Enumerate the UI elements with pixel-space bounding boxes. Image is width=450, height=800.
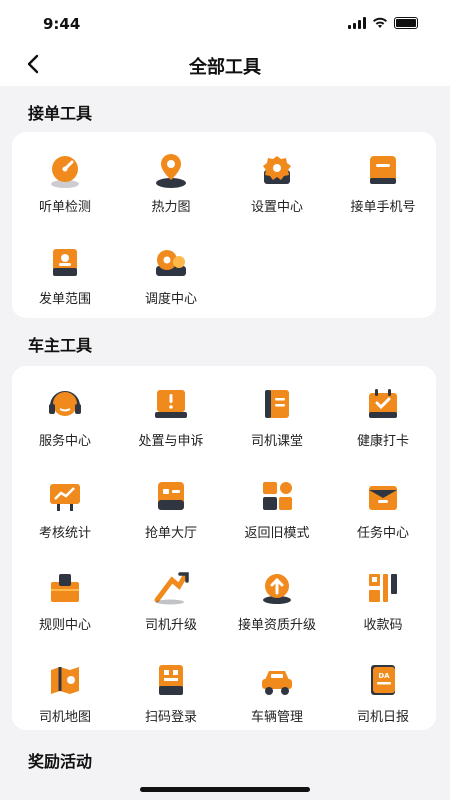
settings-icon (263, 156, 291, 184)
range-icon (53, 249, 77, 276)
badge-up-icon (263, 574, 291, 604)
chart-board-icon (50, 484, 80, 511)
tool-task[interactable]: 任务中心 (330, 476, 436, 568)
tool-book[interactable]: 司机课堂 (224, 384, 330, 476)
map-pin-icon (156, 154, 186, 188)
owner-tools-card: 服务中心 处置与申诉 司机课堂 健康打卡 考核统计 抢单大厅 返回旧模式 任务中心 规则中心 司机… (12, 366, 436, 730)
phone-icon (370, 156, 396, 184)
status-icons (348, 17, 418, 29)
headset-icon (49, 391, 81, 416)
section-title-rewards: 奖励活动 (28, 752, 93, 771)
tool-label: 司机课堂 (250, 434, 303, 449)
scan-login-icon (159, 665, 183, 695)
svg-text:DA: DA (378, 672, 390, 680)
tool-qr-code[interactable]: 收款码 (330, 568, 436, 660)
hall-icon (158, 482, 184, 510)
section-title-order: 接单工具 (28, 104, 93, 123)
tool-label: 接单资质升级 (237, 618, 316, 633)
tool-label: 听单检测 (38, 200, 91, 215)
tool-label: 考核统计 (38, 526, 91, 541)
status-time: 9:44 (43, 15, 81, 33)
tool-map[interactable]: 司机地图 (12, 660, 118, 752)
tool-shapes[interactable]: 返回旧模式 (224, 476, 330, 568)
book-icon (265, 390, 289, 418)
tool-upgrade-arrow[interactable]: 司机升级 (118, 568, 224, 660)
status-bar: 9:44 (0, 0, 450, 46)
rule-box-icon (51, 574, 79, 602)
tool-scan-login[interactable]: 扫码登录 (118, 660, 224, 752)
calendar-check-icon (369, 389, 397, 418)
tool-range[interactable]: 发单范围 (12, 242, 118, 334)
dispatch-icon (156, 250, 186, 276)
tool-car[interactable]: 车辆管理 (224, 660, 330, 752)
tool-label: 热力图 (151, 200, 191, 215)
shapes-icon (263, 482, 292, 510)
daily-report-icon: DA (371, 665, 395, 695)
tool-label: 司机地图 (38, 710, 91, 725)
tool-label: 处置与申诉 (138, 434, 204, 449)
page-title: 全部工具 (189, 57, 261, 78)
tool-label: 司机升级 (144, 618, 197, 633)
tool-gauge[interactable]: 听单检测 (12, 150, 118, 242)
tool-label: 规则中心 (38, 618, 91, 633)
nav-bar: 全部工具 (0, 46, 450, 86)
tool-label: 发单范围 (38, 292, 91, 307)
tool-calendar-check[interactable]: 健康打卡 (330, 384, 436, 476)
tool-label: 服务中心 (38, 434, 91, 449)
tool-daily-report[interactable]: DA 司机日报 (330, 660, 436, 752)
tool-label: 设置中心 (250, 200, 303, 215)
tool-label: 司机日报 (356, 710, 409, 725)
tool-hall[interactable]: 抢单大厅 (118, 476, 224, 568)
tool-label: 返回旧模式 (244, 526, 310, 541)
tool-label: 扫码登录 (144, 710, 197, 725)
tool-label: 抢单大厅 (144, 526, 197, 541)
tool-headset[interactable]: 服务中心 (12, 384, 118, 476)
tool-badge-up[interactable]: 接单资质升级 (224, 568, 330, 660)
order-tools-card: 听单检测 热力图 设置中心 接单手机号发单范围 调度中心 (12, 132, 436, 318)
gauge-icon (51, 156, 79, 188)
tool-map-pin[interactable]: 热力图 (118, 150, 224, 242)
tool-label: 车辆管理 (250, 710, 303, 725)
tools-content[interactable]: 接单工具 听单检测 热力图 设置中心 接单手机号发单范围 调度中心 车主工具 服务中心 处… (0, 86, 450, 800)
tool-settings[interactable]: 设置中心 (224, 150, 330, 242)
tool-label: 收款码 (363, 618, 403, 633)
tool-rule-box[interactable]: 规则中心 (12, 568, 118, 660)
section-title-owner: 车主工具 (28, 336, 93, 355)
tool-dispatch[interactable]: 调度中心 (118, 242, 224, 334)
signal-icon (348, 17, 366, 29)
home-indicator (140, 787, 310, 792)
tool-label: 健康打卡 (356, 434, 409, 449)
alert-monitor-icon (155, 390, 187, 418)
car-icon (262, 671, 292, 695)
battery-icon (394, 17, 418, 29)
tool-phone[interactable]: 接单手机号 (330, 150, 436, 242)
map-icon (51, 667, 79, 694)
upgrade-arrow-icon (154, 572, 189, 605)
tool-label: 调度中心 (144, 292, 197, 307)
tool-label: 接单手机号 (350, 200, 416, 215)
task-icon (369, 486, 397, 510)
tool-alert-monitor[interactable]: 处置与申诉 (118, 384, 224, 476)
tool-chart-board[interactable]: 考核统计 (12, 476, 118, 568)
tool-label: 任务中心 (356, 526, 409, 541)
wifi-icon (373, 17, 387, 28)
qr-code-icon (369, 574, 397, 602)
